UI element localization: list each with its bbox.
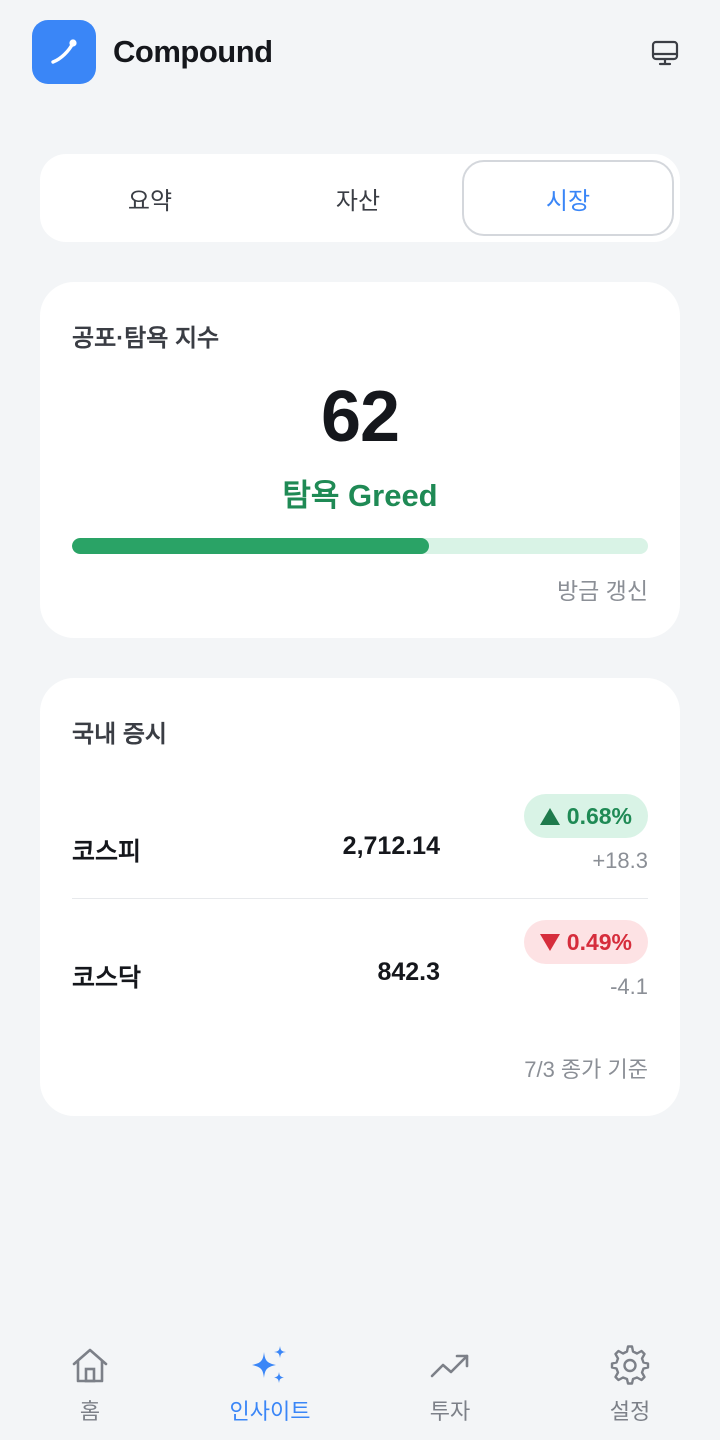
change-badge: 0.49% xyxy=(523,920,648,964)
monitor-button[interactable] xyxy=(648,36,682,70)
change-value: -4.1 xyxy=(610,974,648,999)
nav-item-invest[interactable]: 투자 xyxy=(360,1330,540,1440)
market-price: 2,712.14 xyxy=(342,832,440,860)
nav-label: 인사이트 xyxy=(229,1399,311,1424)
change-badge: 0.68% xyxy=(523,794,648,838)
change-percent: 0.49% xyxy=(566,928,632,955)
nav-label: 투자 xyxy=(429,1399,471,1424)
market-price: 842.3 xyxy=(377,958,440,986)
sparkles-icon xyxy=(248,1344,292,1388)
fear-greed-updated: 방금 갱신 xyxy=(556,578,648,604)
fear-greed-value: 62 xyxy=(320,377,400,457)
app-title: Compound xyxy=(113,34,273,69)
segmented-tabs: 요약 자산 시장 xyxy=(40,154,680,242)
market-row-kospi[interactable]: 코스피 2,712.14 0.68% +18.3 xyxy=(72,794,648,894)
nav-item-insight[interactable]: 인사이트 xyxy=(180,1330,360,1440)
nav-label: 홈 xyxy=(79,1399,101,1424)
trending-up-icon xyxy=(428,1344,472,1388)
monitor-icon xyxy=(651,40,679,66)
nav-label: 설정 xyxy=(609,1399,651,1424)
fear-greed-label: 탐욕 Greed xyxy=(282,478,438,513)
fear-greed-card: 공포·탐욕 지수 62 탐욕 Greed 방금 갱신 xyxy=(40,282,680,638)
row-divider xyxy=(72,898,648,899)
nav-item-home[interactable]: 홈 xyxy=(0,1330,180,1440)
fear-greed-bar-fill xyxy=(72,538,430,554)
fear-greed-bar xyxy=(72,538,648,554)
market-row-kosdaq[interactable]: 코스닥 842.3 0.49% -4.1 xyxy=(72,920,648,1020)
domestic-market-card: 국내 증시 코스피 2,712.14 0.68% +18.3 코스닥 842.3… xyxy=(40,678,680,1116)
triangle-up-icon xyxy=(539,807,560,825)
change-percent: 0.68% xyxy=(566,802,632,829)
tab-assets[interactable]: 자산 xyxy=(254,160,462,236)
market-title: 국내 증시 xyxy=(72,721,167,748)
change-value: +18.3 xyxy=(592,848,648,873)
app-logo-icon xyxy=(51,39,77,64)
home-icon xyxy=(68,1344,112,1388)
market-name: 코스닥 xyxy=(72,964,142,992)
market-name: 코스피 xyxy=(72,838,142,866)
market-footnote: 7/3 종가 기준 xyxy=(524,1057,648,1082)
tab-market[interactable]: 시장 xyxy=(462,160,674,236)
nav-item-settings[interactable]: 설정 xyxy=(540,1330,720,1440)
gear-icon xyxy=(608,1344,652,1388)
triangle-down-icon xyxy=(539,933,560,951)
fear-greed-title: 공포·탐욕 지수 xyxy=(72,325,220,352)
app-header: Compound xyxy=(32,20,688,84)
bottom-nav: 홈 인사이트 투자 설정 xyxy=(0,1330,720,1440)
app-logo xyxy=(32,20,96,84)
tab-summary[interactable]: 요약 xyxy=(46,160,254,236)
